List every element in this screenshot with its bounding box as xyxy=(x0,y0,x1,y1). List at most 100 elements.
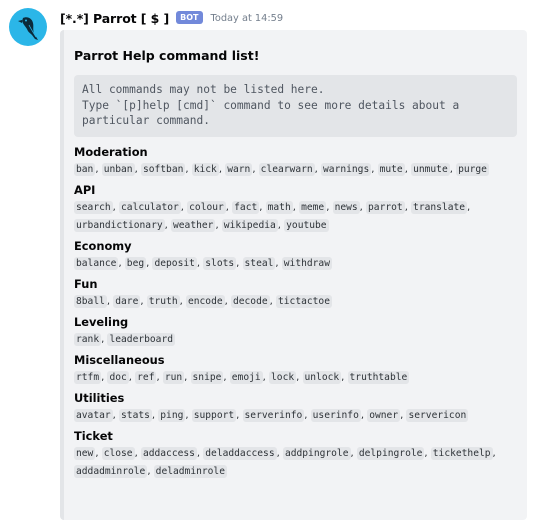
avatar[interactable] xyxy=(9,8,47,46)
code-line: Type `[p]help [cmd]` command to see more… xyxy=(82,98,460,112)
command-code: rank xyxy=(74,333,102,346)
command-code: truthtable xyxy=(347,371,410,384)
command-code: warnings xyxy=(321,163,372,176)
command-code: ping xyxy=(158,409,186,422)
separator: , xyxy=(118,258,125,269)
command-code: owner xyxy=(367,409,401,422)
command-code: addpingrole xyxy=(282,447,351,460)
chat-message: [*.*] Parrot [ $ ] BOT Today at 14:59 Pa… xyxy=(0,0,540,531)
separator: , xyxy=(424,448,431,459)
separator: , xyxy=(185,410,192,421)
command-code: truth xyxy=(146,295,180,308)
command-code: servericon xyxy=(406,409,469,422)
separator: , xyxy=(326,202,333,213)
command-code: new xyxy=(74,447,96,460)
command-section: Economy balance, beg, deposit, slots, ste… xyxy=(74,239,520,272)
section-title: Fun xyxy=(74,277,98,291)
code-line: particular command. xyxy=(82,114,210,128)
separator: , xyxy=(236,258,243,269)
command-code: calculator xyxy=(119,201,181,214)
command-code: doc xyxy=(107,371,129,384)
command-code: unmute xyxy=(411,163,450,176)
command-code: leaderboard xyxy=(107,333,176,346)
separator: , xyxy=(236,410,243,421)
section-title: Miscellaneous xyxy=(74,353,165,367)
command-section: Ticket new, close, addaccess, deladdacces… xyxy=(74,429,520,480)
separator: , xyxy=(275,258,282,269)
separator: , xyxy=(134,164,141,175)
command-code: 8ball xyxy=(74,295,107,308)
username[interactable]: [*.*] Parrot [ $ ] xyxy=(60,11,169,26)
command-code: deposit xyxy=(152,257,197,270)
separator: , xyxy=(276,448,283,459)
command-code: emoji xyxy=(229,371,263,384)
command-code: ref xyxy=(135,371,157,384)
separator: , xyxy=(259,202,266,213)
separator: , xyxy=(341,372,348,383)
embed: Parrot Help command list! All commands m… xyxy=(60,30,527,520)
command-code: beg xyxy=(124,257,147,270)
separator: , xyxy=(350,448,357,459)
command-list: rank, leaderboard xyxy=(74,330,520,348)
parrot-icon xyxy=(18,17,38,40)
embed-title: Parrot Help command list! xyxy=(74,48,260,63)
command-code: delpingrole xyxy=(356,447,425,460)
command-code: userinfo xyxy=(310,409,361,422)
command-code: meme xyxy=(299,201,327,214)
command-code: encode xyxy=(185,295,225,308)
command-code: search xyxy=(74,201,113,214)
command-code: deladdaccess xyxy=(203,447,277,460)
command-list: 8ball, dare, truth, encode, decode, tict… xyxy=(74,292,520,310)
command-list: search, calculator, colour, fact, math, … xyxy=(74,198,520,234)
command-code: kick xyxy=(191,163,219,176)
command-list: avatar, stats, ping, support, serverinfo… xyxy=(74,406,520,424)
command-code: steal xyxy=(242,257,276,270)
command-code: parrot xyxy=(366,201,405,214)
command-code: close xyxy=(101,447,135,460)
command-code: deladminrole xyxy=(153,465,227,478)
command-code: addaccess xyxy=(140,447,197,460)
separator: , xyxy=(156,372,163,383)
command-code: serverinfo xyxy=(242,409,305,422)
command-code: balance xyxy=(74,257,119,270)
separator: , xyxy=(147,466,154,477)
command-code: math xyxy=(265,201,293,214)
command-code: youtube xyxy=(284,219,329,232)
separator: , xyxy=(179,296,186,307)
command-code: unlock xyxy=(302,371,342,384)
command-code: withdraw xyxy=(281,257,332,270)
separator: , xyxy=(296,372,303,383)
code-line: All commands may not be listed here. xyxy=(82,83,325,96)
separator: , xyxy=(95,448,102,459)
separator: , xyxy=(223,372,230,383)
separator: , xyxy=(184,372,191,383)
timestamp[interactable]: Today at 14:59 xyxy=(211,13,284,24)
command-code: tickethelp xyxy=(430,447,493,460)
command-code: snipe xyxy=(190,371,224,384)
command-list: rtfm, doc, ref, run, snipe, emoji, lock,… xyxy=(74,368,520,386)
command-section: Fun 8ball, dare, truth, encode, decode, t… xyxy=(74,277,520,310)
command-code: softban xyxy=(140,163,186,176)
section-title: Moderation xyxy=(74,145,148,159)
command-code: wikipedia xyxy=(221,219,278,232)
separator: , xyxy=(492,448,496,459)
command-code: dare xyxy=(113,295,141,308)
command-code: fact xyxy=(232,201,260,214)
separator: , xyxy=(371,164,378,175)
message-header: [*.*] Parrot [ $ ] BOT Today at 14:59 xyxy=(60,9,283,27)
command-code: mute xyxy=(377,163,405,176)
command-list: ban, unban, softban, kick, warn, clearwa… xyxy=(74,160,520,178)
command-code: avatar xyxy=(74,409,113,422)
command-list: new, close, addaccess, deladdaccess, add… xyxy=(74,444,520,480)
code-block: All commands may not be listed here. Typ… xyxy=(74,75,517,137)
bot-tag: BOT xyxy=(176,10,203,24)
section-title: API xyxy=(74,183,96,197)
command-code: addadminrole xyxy=(74,465,148,478)
separator: , xyxy=(134,448,141,459)
command-code: news xyxy=(332,201,360,214)
command-code: weather xyxy=(171,219,216,232)
command-code: lock xyxy=(269,371,297,384)
command-code: translate xyxy=(411,201,468,214)
command-code: unban xyxy=(101,163,135,176)
separator: , xyxy=(95,164,102,175)
